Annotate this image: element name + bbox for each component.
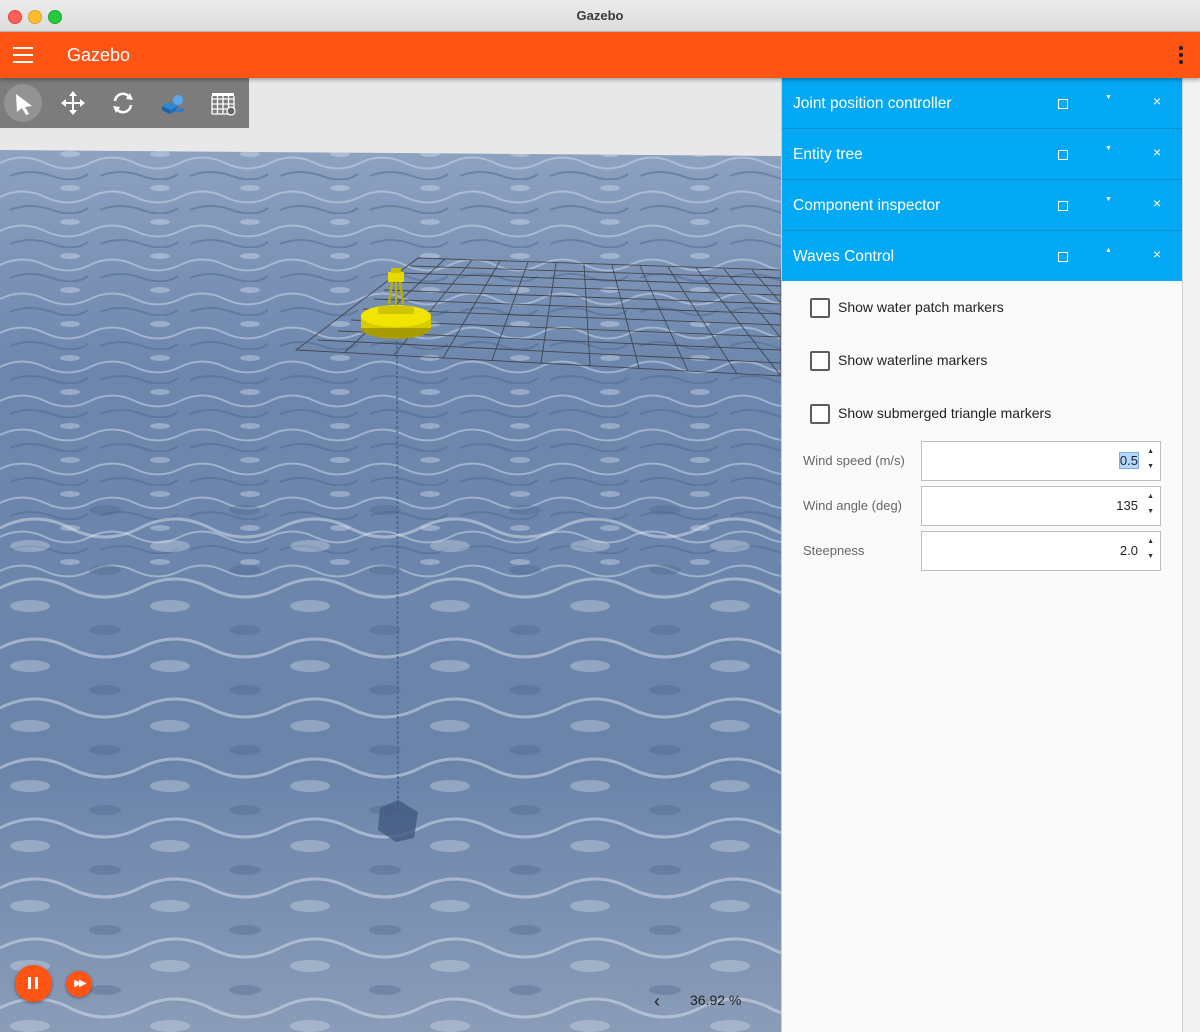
- close-icon[interactable]: ×: [1153, 93, 1161, 109]
- checkbox-label: Show water patch markers: [838, 299, 1004, 315]
- checkbox-label: Show submerged triangle markers: [838, 405, 1052, 421]
- close-icon[interactable]: ×: [1153, 144, 1161, 160]
- rotate-tool-icon[interactable]: [104, 84, 142, 122]
- wind-speed-spinbox[interactable]: 0.5 ▲ ▼: [921, 441, 1161, 481]
- panel-header-component-inspector[interactable]: Component inspector ▼ ×: [782, 180, 1183, 230]
- mooring-line: [396, 335, 399, 809]
- field-value[interactable]: 135: [1116, 498, 1138, 513]
- panel-title: Component inspector: [793, 197, 941, 214]
- plugin-panel: Joint position controller ▼ × Entity tre…: [781, 78, 1183, 1032]
- chevron-left-icon[interactable]: ‹: [654, 991, 660, 1012]
- close-icon[interactable]: ×: [1153, 195, 1161, 211]
- decrement-icon[interactable]: ▼: [1147, 553, 1154, 560]
- app-title: Gazebo: [67, 45, 131, 65]
- maximize-icon[interactable]: [1058, 201, 1068, 211]
- select-tool-icon[interactable]: [4, 84, 42, 122]
- scene-3d-view[interactable]: ▶▶ ‹ 36.92 %: [0, 78, 781, 1032]
- checkbox-box[interactable]: [810, 404, 830, 424]
- pause-button[interactable]: [15, 965, 52, 1002]
- steepness-spinbox[interactable]: 2.0 ▲ ▼: [921, 531, 1161, 571]
- wind-angle-spinbox[interactable]: 135 ▲ ▼: [921, 486, 1161, 526]
- window-titlebar: Gazebo: [0, 0, 1200, 32]
- expand-icon[interactable]: ▼: [1105, 94, 1112, 101]
- increment-icon[interactable]: ▲: [1147, 448, 1154, 455]
- maximize-icon[interactable]: [1058, 252, 1068, 262]
- spawn-shapes-icon[interactable]: [154, 84, 192, 122]
- window-title: Gazebo: [576, 8, 624, 23]
- checkbox-box[interactable]: [810, 351, 830, 371]
- grid-config-icon[interactable]: [204, 84, 242, 122]
- panel-title: Waves Control: [793, 248, 895, 265]
- panel-header-entity-tree[interactable]: Entity tree ▼ ×: [782, 129, 1183, 179]
- ocean-surface: [0, 150, 781, 1032]
- field-label: Steepness: [803, 543, 865, 558]
- maximize-icon[interactable]: [1058, 150, 1068, 160]
- scene-toolbar: [0, 78, 249, 128]
- step-forward-button[interactable]: ▶▶: [66, 971, 92, 997]
- real-time-factor: 36.92 %: [690, 992, 742, 1008]
- translate-tool-icon[interactable]: [54, 84, 92, 122]
- field-label: Wind speed (m/s): [803, 453, 905, 468]
- expand-icon[interactable]: ▼: [1105, 196, 1112, 203]
- decrement-icon[interactable]: ▼: [1147, 463, 1154, 470]
- checkbox-label: Show waterline markers: [838, 352, 988, 368]
- field-label: Wind angle (deg): [803, 498, 902, 513]
- panel-title: Joint position controller: [793, 95, 952, 112]
- more-options-icon[interactable]: [1178, 46, 1184, 64]
- maximize-icon[interactable]: [1058, 99, 1068, 109]
- panel-header-joint-position-controller[interactable]: Joint position controller ▼ ×: [782, 78, 1183, 128]
- checkbox-box[interactable]: [810, 298, 830, 318]
- panel-header-waves-control[interactable]: Waves Control ▲ ×: [782, 231, 1183, 281]
- close-icon[interactable]: ×: [1153, 246, 1161, 262]
- increment-icon[interactable]: ▲: [1147, 493, 1154, 500]
- collapse-icon[interactable]: ▲: [1105, 247, 1112, 254]
- app-bar: Gazebo: [0, 32, 1200, 78]
- decrement-icon[interactable]: ▼: [1147, 508, 1154, 515]
- expand-icon[interactable]: ▼: [1105, 145, 1112, 152]
- menu-icon[interactable]: [13, 47, 33, 63]
- window-edge: [1182, 78, 1200, 1032]
- increment-icon[interactable]: ▲: [1147, 538, 1154, 545]
- panel-title: Entity tree: [793, 146, 863, 163]
- field-value[interactable]: 0.5: [1118, 452, 1140, 469]
- field-value[interactable]: 2.0: [1120, 543, 1138, 558]
